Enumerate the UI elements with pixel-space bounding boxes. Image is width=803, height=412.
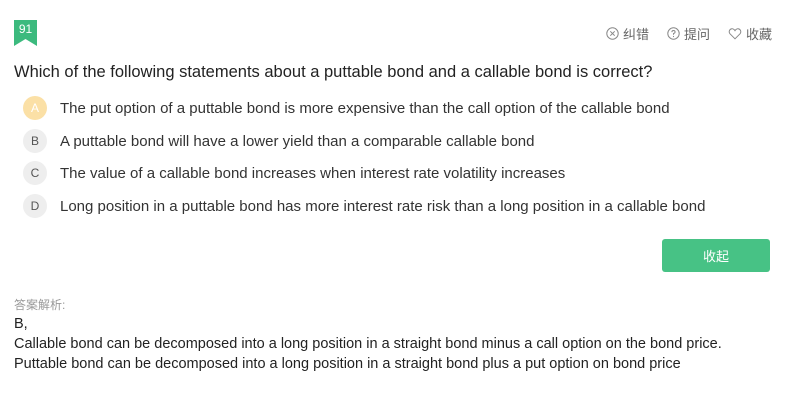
option-a-text: The put option of a puttable bond is mor… xyxy=(60,99,670,117)
option-c-letter: C xyxy=(23,161,47,185)
question-circle-icon xyxy=(667,27,680,40)
question-text: Which of the following statements about … xyxy=(14,63,653,81)
option-a-letter: A xyxy=(23,96,47,120)
report-error-button[interactable]: 纠错 xyxy=(606,24,649,43)
question-actions: 纠错 提问 收藏 xyxy=(606,24,772,43)
option-b-letter: B xyxy=(23,129,47,153)
option-d[interactable]: D Long position in a puttable bond has m… xyxy=(23,194,705,218)
explanation-text: Callable bond can be decomposed into a l… xyxy=(14,336,722,372)
favorite-label: 收藏 xyxy=(745,27,772,42)
option-d-text: Long position in a puttable bond has mor… xyxy=(60,197,706,215)
option-b-text: A puttable bond will have a lower yield … xyxy=(60,132,535,150)
option-b[interactable]: B A puttable bond will have a lower yiel… xyxy=(23,129,534,153)
option-d-letter: D xyxy=(23,194,47,218)
answer-value: B, xyxy=(14,316,28,332)
option-c[interactable]: C The value of a callable bond increases… xyxy=(23,161,565,185)
heart-icon xyxy=(728,27,742,40)
ask-question-label: 提问 xyxy=(683,27,710,42)
analysis-label: 答案解析: xyxy=(14,298,66,312)
report-error-label: 纠错 xyxy=(622,27,649,42)
ask-question-button[interactable]: 提问 xyxy=(667,24,710,43)
option-c-text: The value of a callable bond increases w… xyxy=(60,164,566,182)
favorite-button[interactable]: 收藏 xyxy=(728,24,772,43)
question-number-badge: 91 xyxy=(14,20,37,46)
option-a[interactable]: A The put option of a puttable bond is m… xyxy=(23,96,670,120)
collapse-button[interactable]: 收起 xyxy=(662,239,770,272)
close-circle-icon xyxy=(606,27,619,40)
